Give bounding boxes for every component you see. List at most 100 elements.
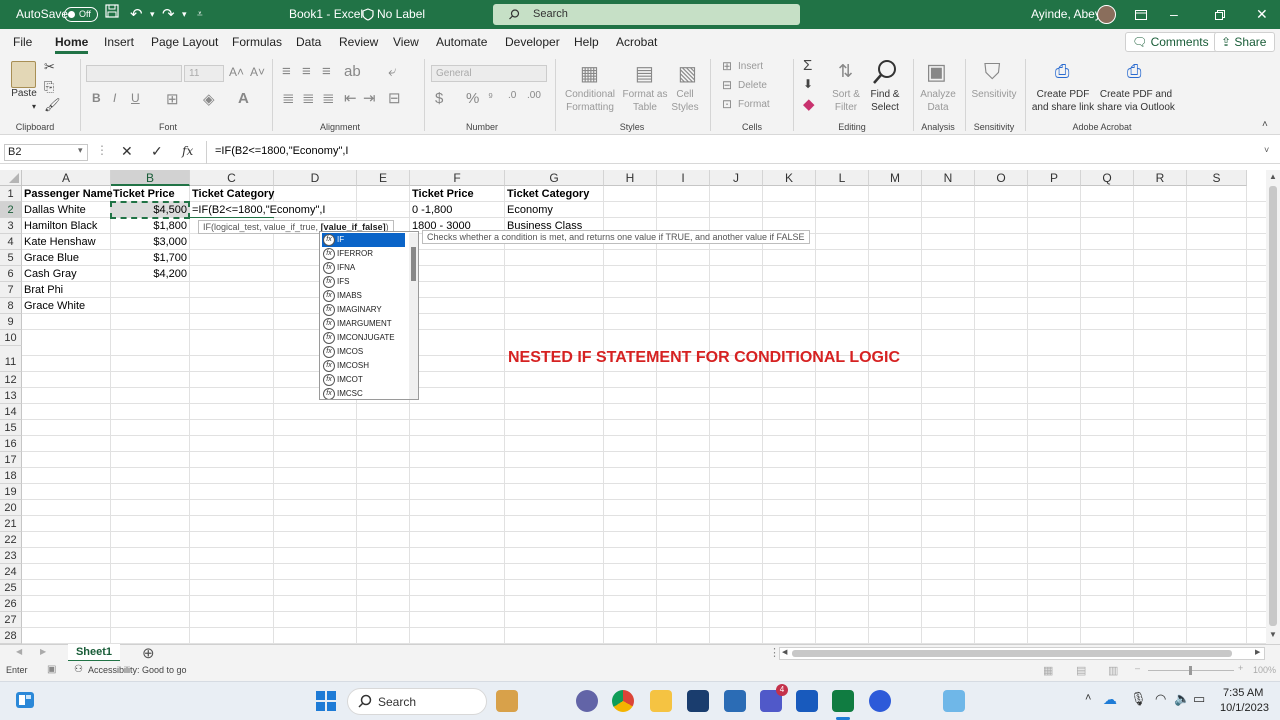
column-header-s[interactable]: S bbox=[1187, 170, 1247, 186]
cell-a7[interactable]: Brat Phi bbox=[22, 282, 111, 298]
store-icon[interactable] bbox=[724, 690, 746, 712]
row-header-26[interactable]: 26 bbox=[0, 596, 22, 612]
row-header-14[interactable]: 14 bbox=[0, 404, 22, 420]
copy-icon[interactable]: ⎘ bbox=[44, 79, 54, 95]
row-header-10[interactable]: 10 bbox=[0, 330, 22, 346]
briefcase-app-icon[interactable] bbox=[496, 690, 518, 712]
zoom-app-icon[interactable] bbox=[869, 690, 891, 712]
align-top-icon[interactable]: ≡ bbox=[282, 63, 291, 80]
column-header-k[interactable]: K bbox=[763, 170, 816, 186]
align-center-icon[interactable]: ≣ bbox=[302, 89, 315, 107]
cell-b4[interactable]: $3,000 bbox=[111, 234, 190, 250]
cell-a5[interactable]: Grace Blue bbox=[22, 250, 111, 266]
cell-c1[interactable]: Ticket Category bbox=[190, 186, 274, 202]
sensitivity-label[interactable]: No Label bbox=[377, 0, 425, 29]
cell-g1[interactable]: Ticket Category bbox=[505, 186, 604, 202]
tab-developer[interactable]: Developer bbox=[505, 29, 560, 55]
tab-acrobat[interactable]: Acrobat bbox=[616, 29, 657, 55]
column-header-m[interactable]: M bbox=[869, 170, 922, 186]
font-size-field[interactable]: 11 bbox=[184, 65, 224, 82]
format-painter-icon[interactable]: 🖌 bbox=[44, 97, 61, 113]
zoom-level[interactable]: 100% bbox=[1253, 665, 1276, 675]
accessibility-icon[interactable]: ⚇ bbox=[74, 664, 83, 675]
cell-f1[interactable]: Ticket Price bbox=[410, 186, 505, 202]
autocomplete-item[interactable]: fx IFERROR bbox=[322, 247, 405, 261]
decrease-decimal-icon[interactable]: .00 bbox=[527, 90, 541, 101]
align-left-icon[interactable]: ≣ bbox=[282, 89, 295, 107]
underline-icon[interactable]: U bbox=[131, 91, 140, 105]
column-header-e[interactable]: E bbox=[357, 170, 410, 186]
column-header-b[interactable]: B bbox=[111, 170, 190, 186]
paste-icon[interactable] bbox=[11, 61, 36, 88]
notepad-icon[interactable] bbox=[943, 690, 965, 712]
scroll-down-icon[interactable]: ▼ bbox=[1269, 630, 1277, 639]
increase-font-icon[interactable]: A˄ bbox=[229, 65, 244, 79]
cell-a6[interactable]: Cash Gray bbox=[22, 266, 111, 282]
undo-dropdown-icon[interactable]: ▾ bbox=[150, 0, 155, 29]
tab-view[interactable]: View bbox=[393, 29, 419, 55]
find-select-icon[interactable] bbox=[872, 59, 898, 88]
column-header-l[interactable]: L bbox=[816, 170, 869, 186]
restore-icon[interactable] bbox=[1215, 0, 1225, 29]
enter-icon[interactable]: ✓ bbox=[151, 143, 163, 160]
scroll-left-icon[interactable]: ◀ bbox=[782, 648, 787, 656]
tray-overflow-icon[interactable]: ˄ bbox=[1085, 692, 1091, 704]
column-header-j[interactable]: J bbox=[710, 170, 763, 186]
create-pdf-outlook-icon[interactable]: ⎙ bbox=[1127, 61, 1141, 82]
column-header-i[interactable]: I bbox=[657, 170, 710, 186]
name-box[interactable]: B2 bbox=[4, 144, 88, 161]
cell-b3[interactable]: $1,800 bbox=[111, 218, 190, 234]
insert-function-icon[interactable]: fx bbox=[182, 144, 193, 158]
cell-styles-label[interactable]: Cell Styles bbox=[665, 88, 705, 114]
autocomplete-item[interactable]: fx IMCOSH bbox=[322, 359, 405, 373]
autocomplete-scroll-thumb[interactable] bbox=[411, 247, 416, 281]
row-header-17[interactable]: 17 bbox=[0, 452, 22, 468]
row-header-23[interactable]: 23 bbox=[0, 548, 22, 564]
tab-page-layout[interactable]: Page Layout bbox=[151, 29, 218, 55]
format-as-table-icon[interactable]: ▤ bbox=[635, 61, 654, 86]
accessibility-status[interactable]: Accessibility: Good to go bbox=[88, 665, 187, 675]
row-header-16[interactable]: 16 bbox=[0, 436, 22, 452]
autocomplete-item[interactable]: fx IMABS bbox=[322, 289, 405, 303]
autocomplete-item[interactable]: fx IMCSC bbox=[322, 387, 405, 399]
cell-b1[interactable]: Ticket Price bbox=[111, 186, 190, 202]
align-right-icon[interactable]: ≣ bbox=[322, 89, 335, 107]
tab-automate[interactable]: Automate bbox=[436, 29, 487, 55]
tab-insert[interactable]: Insert bbox=[104, 29, 134, 55]
media-app-icon[interactable] bbox=[687, 690, 709, 712]
row-header-21[interactable]: 21 bbox=[0, 516, 22, 532]
autocomplete-item[interactable]: fx IFNA bbox=[322, 261, 405, 275]
name-box-dropdown-icon[interactable]: ▾ bbox=[78, 145, 83, 156]
customize-toolbar-icon[interactable]: ⩡ bbox=[197, 0, 203, 29]
tab-data[interactable]: Data bbox=[296, 29, 321, 55]
clock-date[interactable]: 10/1/2023 bbox=[1220, 702, 1269, 714]
file-explorer-icon[interactable] bbox=[650, 690, 672, 712]
cell-a2[interactable]: Dallas White bbox=[22, 202, 111, 218]
align-middle-icon[interactable]: ≡ bbox=[302, 63, 311, 80]
microphone-icon[interactable]: 🎙 bbox=[1130, 691, 1147, 707]
increase-indent-icon[interactable]: ⇥ bbox=[363, 89, 376, 107]
row-header-3[interactable]: 3 bbox=[0, 218, 22, 234]
undo-icon[interactable]: ↶ bbox=[130, 0, 143, 29]
page-layout-view-icon[interactable]: ▤ bbox=[1076, 664, 1086, 677]
analyze-data-icon[interactable]: ▣ bbox=[926, 59, 947, 85]
percent-icon[interactable]: % bbox=[466, 90, 479, 107]
cell-b2[interactable]: $4,500 bbox=[111, 202, 190, 218]
collapse-ribbon-icon[interactable]: ˄ bbox=[1262, 119, 1268, 130]
vertical-scrollbar[interactable]: ▲ ▼ bbox=[1266, 170, 1280, 644]
number-format-field[interactable]: General bbox=[431, 65, 547, 82]
conditional-formatting-label[interactable]: Conditional Formatting bbox=[560, 88, 620, 114]
meet-app-icon[interactable] bbox=[576, 690, 598, 712]
autocomplete-item[interactable]: fx IMAGINARY bbox=[322, 303, 405, 317]
format-as-table-label[interactable]: Format as Table bbox=[620, 88, 670, 114]
row-header-25[interactable]: 25 bbox=[0, 580, 22, 596]
teams-icon[interactable]: 4 bbox=[760, 684, 788, 712]
comments-button[interactable]: 🗨 Comments bbox=[1125, 32, 1218, 52]
sort-filter-icon[interactable]: ⇅ bbox=[838, 61, 853, 82]
autocomplete-scrollbar[interactable] bbox=[409, 233, 418, 399]
function-autocomplete-list[interactable]: fx IF fx IFERROR fx IFNA fx IFS fx IMABS fx IM… bbox=[319, 231, 419, 400]
start-icon[interactable] bbox=[316, 691, 336, 714]
row-header-6[interactable]: 6 bbox=[0, 266, 22, 282]
row-header-9[interactable]: 9 bbox=[0, 314, 22, 330]
paste-dropdown-icon[interactable]: ▾ bbox=[30, 100, 38, 113]
